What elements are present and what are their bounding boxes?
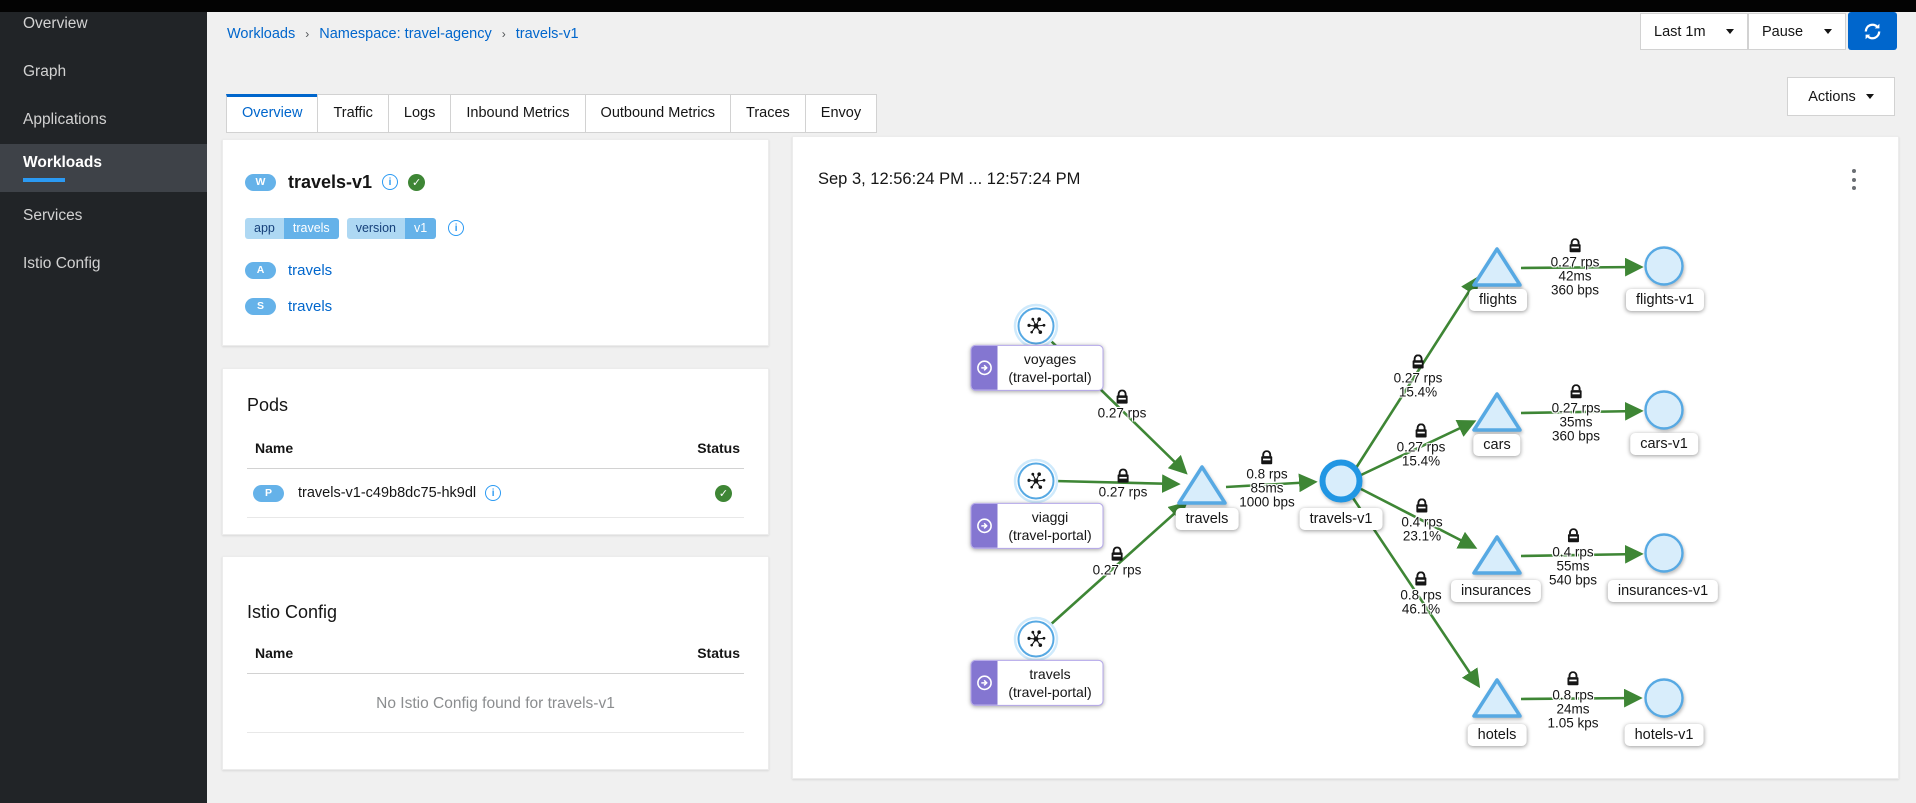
graph-node-travels-v1[interactable] [1323, 463, 1360, 500]
graph-node-insurances-v1[interactable] [1646, 535, 1683, 572]
istio-column-name: Name [247, 645, 293, 661]
duration-dropdown[interactable]: Last 1m [1640, 13, 1748, 50]
sync-icon [1863, 22, 1882, 41]
tab-traffic[interactable]: Traffic [317, 94, 388, 133]
sidebar-item-services[interactable]: Services [0, 192, 207, 240]
pause-dropdown-label: Pause [1762, 24, 1803, 40]
sidebar-item-label: Services [23, 207, 82, 225]
graph-edge[interactable] [1361, 422, 1473, 475]
tab-inbound-metrics[interactable]: Inbound Metrics [450, 94, 585, 133]
service-badge: S [245, 298, 276, 315]
graph-edge[interactable] [1521, 698, 1639, 699]
pods-column-name: Name [247, 440, 293, 456]
kebab-menu-icon[interactable] [1852, 167, 1856, 192]
graph-node-voyages[interactable] [1015, 305, 1057, 347]
tab-envoy[interactable]: Envoy [805, 94, 877, 133]
graph-node-hotels[interactable] [1474, 680, 1520, 716]
application-link[interactable]: travels [288, 262, 332, 279]
tab-logs[interactable]: Logs [388, 94, 451, 133]
breadcrumb-separator: › [305, 27, 309, 41]
breadcrumb-link[interactable]: Namespace: travel-agency [319, 26, 491, 42]
sidebar-item-label: Overview [23, 15, 88, 33]
sidebar-item-label: Applications [23, 111, 107, 129]
chevron-down-icon [1824, 29, 1832, 34]
chevron-down-icon [1866, 94, 1874, 99]
graph-edge[interactable] [1049, 504, 1185, 626]
graph-node-cars-v1[interactable] [1646, 392, 1683, 429]
istio-config-title: Istio Config [247, 602, 744, 623]
graph-edge[interactable] [1226, 482, 1314, 487]
graph-edge[interactable] [1353, 498, 1478, 685]
graph-edge[interactable] [1521, 411, 1640, 413]
pods-card: Pods Name Status Ptravels-v1-c49b8dc75-h… [222, 368, 769, 535]
sidebar-item-istio-config[interactable]: Istio Config [0, 240, 207, 288]
sidebar-item-label: Graph [23, 63, 66, 81]
istio-column-status: Status [697, 645, 744, 661]
graph-node-travels[interactable] [1179, 467, 1225, 503]
breadcrumb: Workloads › Namespace: travel-agency › trave… [227, 26, 579, 42]
info-icon[interactable]: i [382, 174, 398, 190]
sidebar: Overview Graph Applications Workloads Servic… [0, 0, 207, 803]
graph-edge[interactable] [1356, 279, 1477, 468]
refresh-button[interactable] [1848, 12, 1897, 50]
chevron-down-icon [1726, 29, 1734, 34]
application-badge: A [245, 262, 276, 279]
workload-badge: W [245, 174, 276, 191]
label-chip: apptravels [245, 218, 339, 239]
graph-edge[interactable] [1361, 489, 1474, 547]
graph-node-flights[interactable] [1474, 249, 1520, 285]
sidebar-item-label: Istio Config [23, 255, 101, 273]
graph-node-viaggi[interactable] [1015, 460, 1057, 502]
duration-dropdown-label: Last 1m [1654, 24, 1706, 40]
info-icon[interactable]: i [448, 220, 464, 236]
traffic-graph [793, 137, 1900, 780]
breadcrumb-separator: › [502, 27, 506, 41]
graph-node-hotels-v1[interactable] [1646, 680, 1683, 717]
actions-dropdown[interactable]: Actions [1787, 77, 1895, 116]
graph-panel: Sep 3, 12:56:24 PM ... 12:57:24 PM 0.27 … [792, 136, 1899, 779]
tab-overview[interactable]: Overview [226, 94, 318, 133]
graph-node-insurances[interactable] [1474, 537, 1520, 573]
pod-badge: P [253, 485, 284, 502]
pods-title: Pods [247, 395, 744, 416]
tab-outbound-metrics[interactable]: Outbound Metrics [585, 94, 731, 133]
graph-node-cars[interactable] [1474, 394, 1520, 430]
sidebar-item-graph[interactable]: Graph [0, 48, 207, 96]
label-chip: versionv1 [347, 218, 437, 239]
masthead [0, 0, 1916, 12]
table-row: Ptravels-v1-c49b8dc75-hk9dl i ✓ [247, 469, 744, 518]
istio-config-card: Istio Config Name Status No Istio Config… [222, 556, 769, 770]
service-link[interactable]: travels [288, 298, 332, 315]
pods-column-status: Status [697, 440, 744, 456]
pause-dropdown[interactable]: Pause [1748, 13, 1846, 50]
sidebar-item-applications[interactable]: Applications [0, 96, 207, 144]
health-status-icon: ✓ [408, 174, 425, 191]
graph-edge[interactable] [1521, 267, 1640, 268]
graph-edge[interactable] [1521, 554, 1640, 556]
graph-edge[interactable] [1055, 481, 1177, 484]
istio-config-empty-message: No Istio Config found for travels-v1 [247, 695, 744, 713]
sidebar-item-label: Workloads [23, 154, 102, 172]
pod-status-icon: ✓ [715, 485, 732, 502]
info-icon[interactable]: i [485, 485, 501, 501]
graph-node-travels-portal[interactable] [1015, 618, 1057, 660]
workload-summary-card: W travels-v1 i ✓ apptravelsversionv1i A … [222, 139, 769, 346]
tab-bar: OverviewTrafficLogsInbound MetricsOutbou… [227, 94, 877, 133]
page-title: travels-v1 [288, 172, 372, 193]
breadcrumb-link[interactable]: travels-v1 [516, 26, 579, 42]
breadcrumb-link[interactable]: Workloads [227, 26, 295, 42]
active-nav-indicator [23, 178, 65, 182]
graph-edge[interactable] [1050, 340, 1185, 472]
graph-node-flights-v1[interactable] [1646, 248, 1683, 285]
graph-time-range: Sep 3, 12:56:24 PM ... 12:57:24 PM [818, 170, 1080, 189]
tab-traces[interactable]: Traces [730, 94, 806, 133]
sidebar-item-workloads[interactable]: Workloads [0, 144, 207, 192]
actions-dropdown-label: Actions [1808, 89, 1856, 105]
pod-name: travels-v1-c49b8dc75-hk9dl [298, 485, 476, 501]
